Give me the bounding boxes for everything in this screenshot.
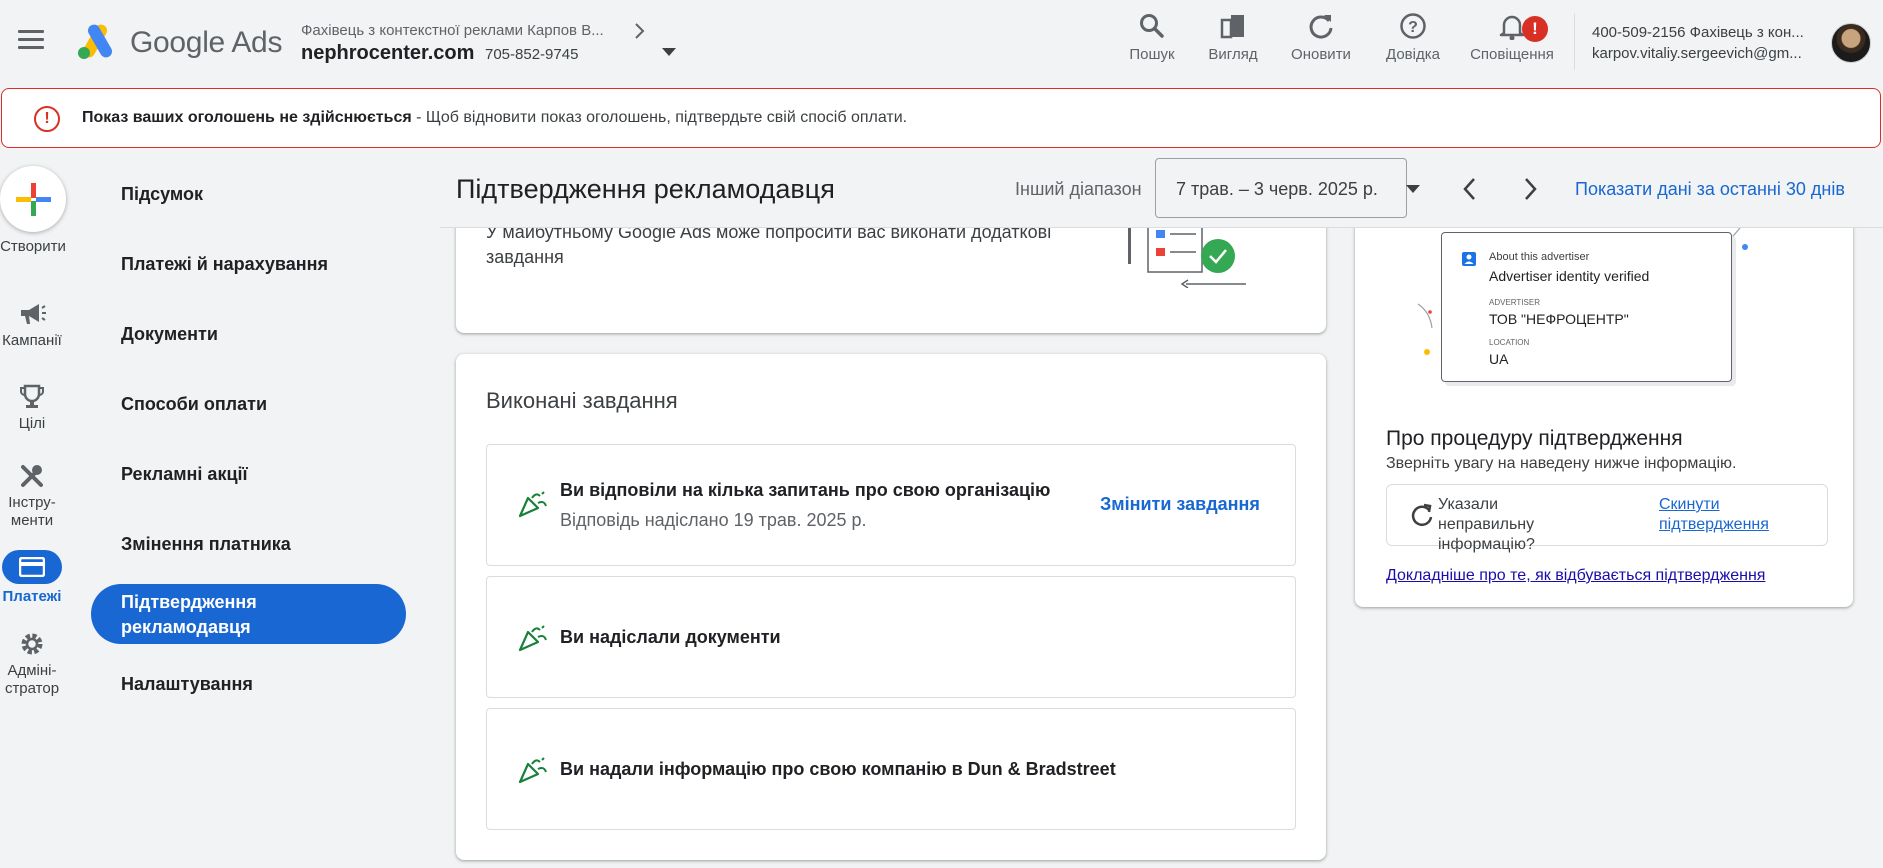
avatar[interactable] (1831, 23, 1871, 63)
rail-active-pill (2, 550, 62, 584)
user-account[interactable]: 400-509-2156 Фахівець з кон... (1592, 24, 1812, 41)
reset-question: Указали неправильну інформацію? (1438, 496, 1535, 553)
rail-item-goals[interactable]: Цілі (0, 383, 64, 433)
create-button[interactable] (0, 166, 66, 232)
notifications-label: Сповіщення (1470, 46, 1554, 63)
nav-item-promotions[interactable]: Рекламні акції (121, 464, 248, 485)
reset-verification-link[interactable]: Скинути підтвердження (1659, 495, 1819, 535)
date-range-label: Інший діапазон (1015, 179, 1142, 199)
tools-icon (21, 465, 43, 487)
google-ads-logo-icon[interactable] (76, 22, 118, 60)
account-path[interactable]: Фахівець з контекстної реклами Карпов В.… (301, 22, 631, 39)
task-title: Ви надіслали документи (560, 627, 781, 647)
gear-icon (21, 633, 43, 655)
celebration-icon (518, 757, 547, 784)
refresh-button[interactable]: Оновити (1276, 12, 1366, 63)
celebration-icon (518, 625, 547, 652)
about-procedure-subtitle: Зверніть увагу на наведену нижче інформа… (1386, 455, 1737, 472)
nav-item-payment-methods[interactable]: Способи оплати (121, 394, 267, 415)
rail-label-admin: Адміні- стратор (4, 662, 60, 697)
search-button[interactable]: Пошук (1107, 12, 1197, 63)
error-icon: ! (34, 106, 60, 132)
account-domain[interactable]: nephrocenter.com (301, 42, 474, 65)
menu-icon[interactable] (18, 30, 44, 52)
credit-card-icon (19, 557, 45, 577)
completed-tasks-title: Виконані завдання (486, 388, 678, 413)
reset-icon (1411, 503, 1433, 526)
rail-item-campaigns[interactable]: Кампанії (0, 300, 64, 350)
page-title: Підтвердження рекламодавця (456, 174, 835, 204)
refresh-label: Оновити (1291, 46, 1351, 63)
about-procedure-title: Про процедуру підтвердження (1386, 427, 1683, 450)
notifications-button[interactable]: ! Сповіщення (1466, 12, 1558, 63)
appearance-icon (1220, 15, 1244, 39)
account-id: 705-852-9745 (485, 46, 579, 63)
appearance-label: Вигляд (1208, 46, 1258, 63)
advertiser-value: ТОВ "НЕФРОЦЕНТР" (1489, 311, 1629, 327)
rail-item-billing[interactable]: Платежі (0, 550, 64, 606)
notification-badge: ! (1522, 16, 1548, 42)
brand-name[interactable]: Google Ads (130, 26, 282, 60)
account-dropdown-icon[interactable] (662, 48, 676, 56)
error-banner: ! Показ ваших оголошень не здійснюється … (1, 88, 1881, 148)
advertiser-badge-card: About this advertiser Advertiser identit… (1441, 232, 1732, 382)
refresh-icon (1309, 15, 1333, 39)
celebration-icon (518, 491, 547, 518)
top-bar: Google Ads Фахівець з контекстної реклам… (0, 0, 1883, 84)
nav-item-payments[interactable]: Платежі й нарахування (121, 254, 328, 275)
date-range-value: 7 трав. – 3 черв. 2025 р. (1176, 179, 1378, 199)
search-icon (1140, 14, 1164, 38)
about-advertiser-label: About this advertiser (1489, 251, 1590, 263)
nav-active-label: Підтвердження рекламодавця (121, 592, 257, 637)
nav-item-documents[interactable]: Документи (121, 324, 218, 345)
nav-item-settings[interactable]: Налаштування (121, 674, 253, 695)
trophy-icon (20, 384, 44, 408)
error-message: Показ ваших оголошень не здійснюється - … (82, 109, 907, 127)
advertiser-label: ADVERTISER (1489, 298, 1540, 307)
rail-label-goals: Цілі (18, 415, 46, 432)
error-message-bold: Показ ваших оголошень не здійснюється (82, 109, 412, 126)
task-subtitle: Відповідь надіслано 19 трав. 2025 р. (560, 510, 867, 530)
rail-item-admin[interactable]: Адміні- стратор (0, 630, 64, 698)
rail-label-tools: Інстру- менти (8, 494, 56, 529)
learn-more-link[interactable]: Докладніше про те, як відбувається підтв… (1386, 567, 1765, 585)
dropdown-caret-icon (1406, 185, 1420, 193)
person-badge-icon (1462, 252, 1476, 266)
rail-label-campaigns: Кампанії (2, 332, 62, 349)
edit-task-link[interactable]: Змінити завдання (1100, 494, 1260, 515)
svg-text:?: ? (1408, 19, 1418, 36)
chevron-left-icon[interactable] (1459, 176, 1481, 202)
chevron-right-icon[interactable] (632, 22, 646, 40)
rail-item-tools[interactable]: Інстру- менти (0, 462, 64, 530)
nav-item-change-payer[interactable]: Змінення платника (121, 534, 291, 555)
location-value: UA (1489, 351, 1509, 367)
appearance-button[interactable]: Вигляд (1188, 12, 1278, 63)
search-label: Пошук (1129, 46, 1175, 63)
task-title: Ви відповіли на кілька запитань про свою… (560, 480, 1051, 500)
megaphone-icon (21, 304, 46, 324)
create-label: Створити (0, 238, 66, 255)
help-button[interactable]: ? Довідка (1368, 12, 1458, 63)
rail-label-billing: Платежі (2, 588, 62, 605)
help-icon: ? (1400, 13, 1426, 39)
location-label: LOCATION (1489, 338, 1530, 347)
chevron-right-icon[interactable] (1519, 176, 1541, 202)
help-label: Довідка (1386, 46, 1440, 63)
error-message-rest: - Щоб відновити показ оголошень, підтвер… (411, 109, 908, 126)
nav-item-summary[interactable]: Підсумок (121, 184, 203, 205)
show-last-30-days-link[interactable]: Показати дані за останні 30 днів (1575, 179, 1845, 200)
header-border (440, 227, 1883, 228)
user-email[interactable]: karpov.vitaliy.sergeevich@gm... (1592, 45, 1812, 62)
task-title: Ви надали інформацію про свою компанію в… (560, 759, 1116, 779)
header-divider (1574, 14, 1575, 70)
plus-icon (16, 183, 51, 216)
identity-verified-label: Advertiser identity verified (1489, 268, 1650, 284)
